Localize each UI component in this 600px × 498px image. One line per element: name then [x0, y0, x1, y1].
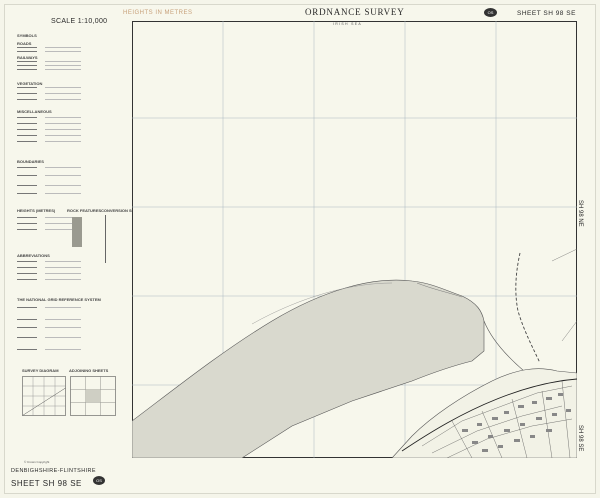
side-label-bottom: SH 98 SE	[577, 425, 583, 452]
scale-label: SCALE 1:10,000	[51, 18, 108, 25]
os-logo-footer-icon: OS	[93, 476, 105, 485]
side-label-top: SH 98 NE	[577, 200, 583, 227]
adjoining-sheets-diagram	[70, 376, 116, 416]
sea-label: IRISH SEA	[333, 22, 363, 26]
map-sheet: SCALE 1:10,000 HEIGHTS IN METRES ORDNANC…	[4, 4, 596, 494]
legend-heading-boundaries: BOUNDARIES	[17, 159, 44, 164]
legend-heading-heights: HEIGHTS (METRES)	[17, 208, 56, 213]
map-title: ORDNANCE SURVEY	[305, 7, 405, 17]
legend-heading-roads: ROADS	[17, 41, 32, 46]
survey-diagram	[22, 376, 66, 416]
heights-label: HEIGHTS IN METRES	[123, 10, 193, 16]
os-logo-icon: OS	[484, 8, 497, 17]
legend-heading-rock: ROCK FEATURES	[67, 208, 102, 213]
map-area[interactable]	[132, 21, 577, 458]
legend-heading-railways: RAILWAYS	[17, 55, 38, 60]
legend-heading-symbols: SYMBOLS	[17, 33, 37, 38]
legend-heading-misc: MISCELLANEOUS	[17, 109, 52, 114]
county-label: DENBIGHSHIRE-FLINTSHIRE	[11, 468, 96, 474]
legend-heading-vegetation: VEGETATION	[17, 81, 43, 86]
copyright-note: © Crown Copyright	[24, 460, 50, 464]
legend-heading-abbreviations: ABBREVIATIONS	[17, 253, 50, 258]
legend-heading-survey-diagram: SURVEY DIAGRAM	[22, 368, 59, 373]
footer-sheet-number: SHEET SH 98 SE	[11, 479, 82, 488]
legend-heading-adjoining: ADJOINING SHEETS	[69, 368, 109, 373]
sheet-number: SHEET SH 98 SE	[517, 10, 576, 17]
legend-heading-national-grid: THE NATIONAL GRID REFERENCE SYSTEM	[17, 297, 101, 302]
